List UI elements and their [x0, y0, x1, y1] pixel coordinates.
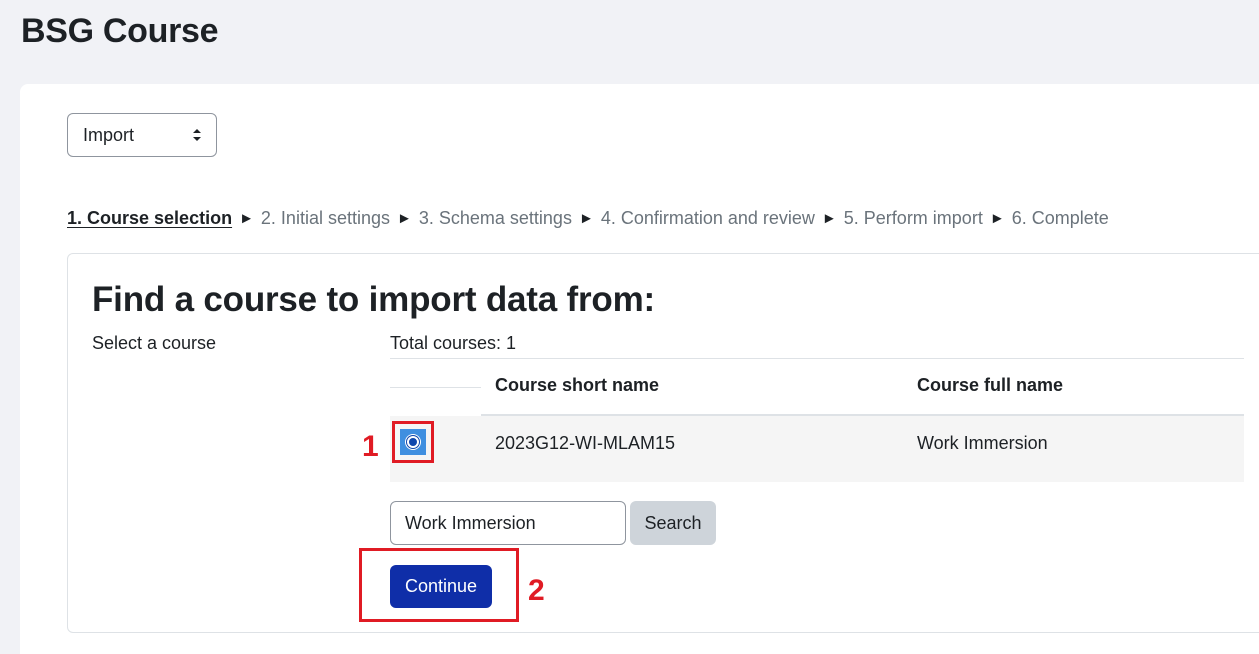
search-input[interactable] [390, 501, 626, 545]
step-6: 6. Complete [1011, 208, 1109, 228]
step-separator: ► [239, 210, 254, 227]
annotation-number-1: 1 [362, 430, 379, 463]
annotation-box-2 [359, 548, 519, 622]
search-button[interactable]: Search [630, 501, 716, 545]
select-arrows-icon [193, 129, 201, 141]
step-separator: ► [989, 210, 1005, 227]
column-header-short-name: Course short name [495, 375, 660, 395]
table-top-divider [390, 358, 1244, 359]
annotation-number-2: 2 [528, 574, 545, 607]
step-4: 4. Confirmation and review [600, 208, 815, 228]
find-heading: Find a course to import data from: [92, 280, 655, 319]
page-title: BSG Course [21, 12, 219, 50]
annotation-box-1 [392, 421, 434, 463]
table-header-check-divider [390, 387, 481, 388]
action-select[interactable]: Import [67, 113, 217, 157]
step-separator: ► [578, 210, 594, 227]
step-3: 3. Schema settings [418, 208, 572, 228]
action-select-value: Import [83, 124, 135, 145]
column-header-full-name: Course full name [917, 375, 1064, 395]
course-full-name: Work Immersion [917, 433, 1048, 453]
step-2: 2. Initial settings [260, 208, 390, 228]
step-separator: ► [397, 210, 412, 227]
course-short-name: 2023G12-WI-MLAM15 [495, 433, 676, 453]
total-courses: Total courses: 1 [390, 333, 517, 353]
progress-steps: 1. Course selection ► 2. Initial setting… [67, 208, 1109, 229]
step-5: 5. Perform import [843, 208, 983, 228]
step-separator: ► [821, 210, 837, 227]
step-current: 1. Course selection [67, 208, 233, 228]
select-course-label: Select a course [92, 333, 217, 353]
